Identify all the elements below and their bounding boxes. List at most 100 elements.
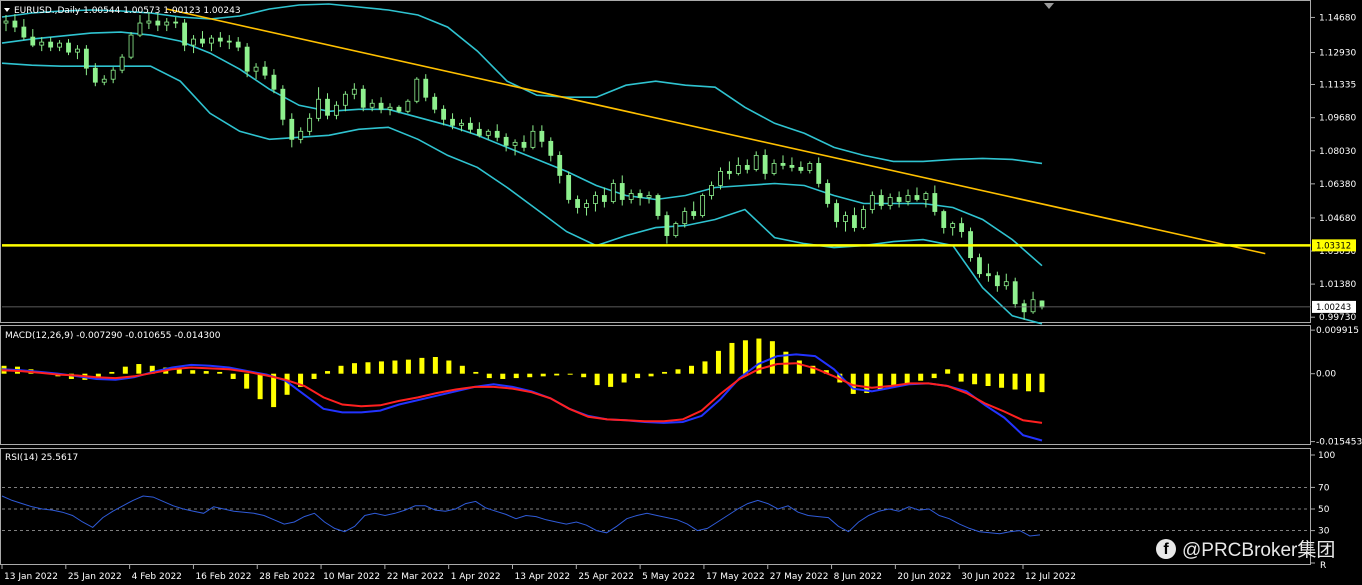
candle-body <box>280 88 286 120</box>
candle-body <box>610 183 616 202</box>
macd-histogram-bar <box>513 373 519 379</box>
candle <box>798 161 804 174</box>
candle <box>360 85 366 112</box>
candle-body <box>387 106 393 110</box>
candle <box>816 157 822 188</box>
candle-body <box>977 257 982 275</box>
candle-body <box>360 88 366 108</box>
macd-histogram-bar <box>581 373 587 378</box>
macd-histogram-bar <box>662 371 668 374</box>
candle-body <box>12 20 18 28</box>
candle <box>119 54 125 74</box>
x-axis-tick-label: 10 Mar 2022 <box>323 572 380 582</box>
candle <box>700 193 706 218</box>
rsi-axis-tick-label: 70 <box>1318 483 1330 493</box>
macd-histogram-bar <box>311 373 317 379</box>
chart-canvas[interactable]: 1.14680 1.12930 1.11335 1.09680 1.08030 1.063… <box>0 0 1362 585</box>
candle-body <box>57 42 62 48</box>
price-axis-tick-label: 1.01380 <box>1319 280 1356 290</box>
candle <box>566 171 572 204</box>
candle-body <box>494 130 500 138</box>
candle <box>441 105 447 126</box>
candle <box>342 91 348 112</box>
candle-body <box>119 56 125 71</box>
macd-histogram-bar <box>931 373 937 379</box>
candle-body <box>807 163 813 171</box>
candle-body <box>369 102 375 108</box>
candle <box>244 43 250 78</box>
chart-shift-marker-icon[interactable] <box>1044 3 1054 9</box>
macd-histogram-bar <box>109 371 115 374</box>
trendline <box>166 8 1266 255</box>
candle <box>217 32 223 48</box>
price-panel[interactable]: 1.14680 1.12930 1.11335 1.09680 1.08030 1.063… <box>1 3 1356 325</box>
candle <box>423 74 429 102</box>
candle-body <box>860 209 866 228</box>
candle <box>476 122 482 138</box>
candle <box>1012 277 1018 308</box>
candle <box>164 18 170 32</box>
candle-body <box>619 183 625 200</box>
candle-body <box>66 42 71 53</box>
candle-body <box>423 78 429 98</box>
candle-body <box>816 163 822 184</box>
candle-body <box>1021 303 1027 313</box>
candle <box>289 113 295 148</box>
candle <box>637 189 643 206</box>
macd-histogram-bar <box>715 350 721 374</box>
collapse-triangle-icon[interactable] <box>4 8 10 12</box>
candle-body <box>539 130 545 142</box>
macd-histogram-bar <box>432 357 438 374</box>
macd-histogram-bar <box>999 373 1005 388</box>
macd-histogram-bar <box>972 373 978 385</box>
candle <box>262 61 268 80</box>
macd-axis-tick-label: 0.00 <box>1316 370 1336 380</box>
candle-body <box>878 195 884 206</box>
candle-body <box>110 69 116 80</box>
candle-body <box>459 122 464 126</box>
candle <box>610 179 616 204</box>
candle <box>83 45 89 76</box>
candle-body <box>39 41 45 46</box>
candle-body <box>432 96 438 110</box>
candle <box>646 191 652 204</box>
macd-histogram-bar <box>918 373 924 381</box>
candle-body <box>396 106 402 112</box>
candle <box>843 211 848 232</box>
panel-frames <box>0 0 1311 565</box>
x-axis-tick-label: 22 Mar 2022 <box>387 572 444 582</box>
candle <box>548 137 554 162</box>
candle-body <box>244 46 250 72</box>
candle <box>1030 291 1036 314</box>
candle <box>959 217 965 238</box>
macd-histogram-bar <box>230 373 236 379</box>
macd-histogram-bar <box>675 369 681 374</box>
macd-panel[interactable]: 0.009915 0.00 -0.015453 <box>1 326 1362 448</box>
candle-body <box>235 41 241 48</box>
candle <box>57 40 62 52</box>
candle <box>593 191 598 212</box>
rsi-panel[interactable]: 100705030 <box>1 451 1335 564</box>
candle <box>932 185 938 216</box>
bollinger-middle-band <box>1 31 1043 267</box>
candle <box>735 157 741 176</box>
candle-body <box>646 195 652 198</box>
candle-body <box>709 185 714 196</box>
price-axis-tick-label: 1.06380 <box>1319 180 1356 190</box>
candle-body <box>1003 281 1009 287</box>
candle <box>753 151 759 172</box>
candle-body <box>896 197 902 202</box>
candle <box>30 29 36 48</box>
macd-histogram-bar <box>486 373 492 379</box>
candle-body <box>30 36 36 46</box>
candle-body <box>789 165 795 168</box>
candle-body <box>887 197 893 206</box>
watermark-text: @PRCBroker集团 <box>1182 540 1336 561</box>
candle-body <box>405 100 411 112</box>
candle <box>298 127 304 144</box>
candle <box>253 63 259 80</box>
candle-body <box>735 165 741 174</box>
candle-body <box>83 48 89 69</box>
rsi-axis-tick-label: 100 <box>1318 451 1335 461</box>
candle-body <box>718 171 723 186</box>
